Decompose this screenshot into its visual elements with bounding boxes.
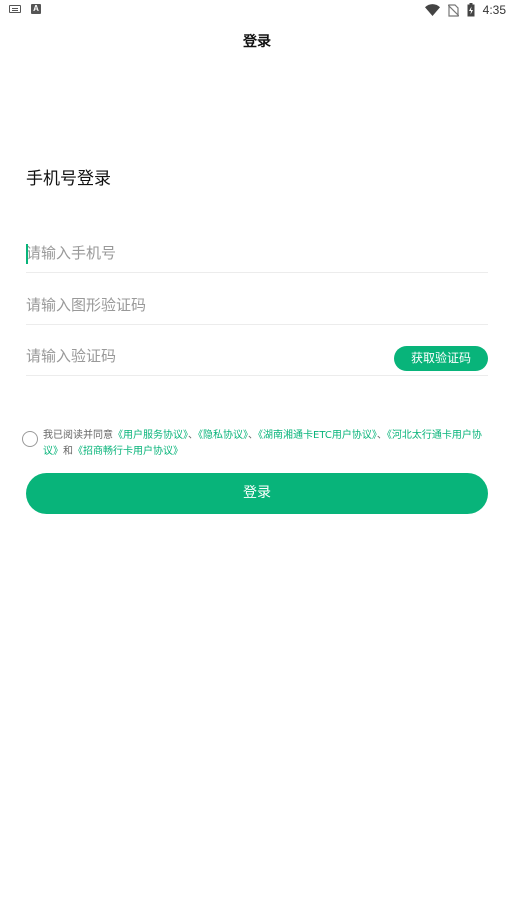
text-cursor	[26, 244, 28, 264]
captcha-input[interactable]	[26, 289, 386, 321]
hunan-etc-agreement-link[interactable]: 《湖南湘通卡ETC用户协议》	[258, 430, 377, 441]
conjunction: 和	[63, 446, 73, 457]
user-service-agreement-link[interactable]: 《用户服务协议》	[113, 430, 188, 441]
phone-field	[26, 233, 488, 273]
code-field: 获取验证码	[26, 336, 488, 376]
wifi-icon	[424, 4, 440, 16]
page-title: 登录	[243, 34, 271, 50]
keyboard-icon	[9, 5, 21, 13]
separator: 、	[376, 430, 387, 441]
a-icon: A	[31, 4, 41, 14]
privacy-agreement-link[interactable]: 《隐私协议》	[198, 430, 248, 441]
get-code-button[interactable]: 获取验证码	[394, 346, 488, 371]
separator: 、	[188, 430, 198, 441]
no-sim-icon	[447, 3, 459, 17]
cmb-changxing-agreement-link[interactable]: 《招商畅行卡用户协议》	[73, 446, 183, 457]
battery-icon	[467, 3, 475, 17]
separator: 、	[248, 430, 258, 441]
captcha-field	[26, 285, 488, 325]
agreement-checkbox[interactable]	[22, 431, 38, 447]
status-time: 4:35	[482, 3, 506, 17]
agreement-prefix: 我已阅读并同意	[43, 430, 113, 441]
verification-code-input[interactable]	[26, 340, 386, 372]
agreement-text: 我已阅读并同意《用户服务协议》、《隐私协议》、《湖南湘通卡ETC用户协议》、《河…	[43, 428, 490, 460]
status-bar: A 4:35	[0, 0, 514, 22]
login-heading: 手机号登录	[26, 169, 111, 189]
login-button[interactable]: 登录	[26, 473, 488, 514]
phone-input[interactable]	[26, 237, 386, 269]
